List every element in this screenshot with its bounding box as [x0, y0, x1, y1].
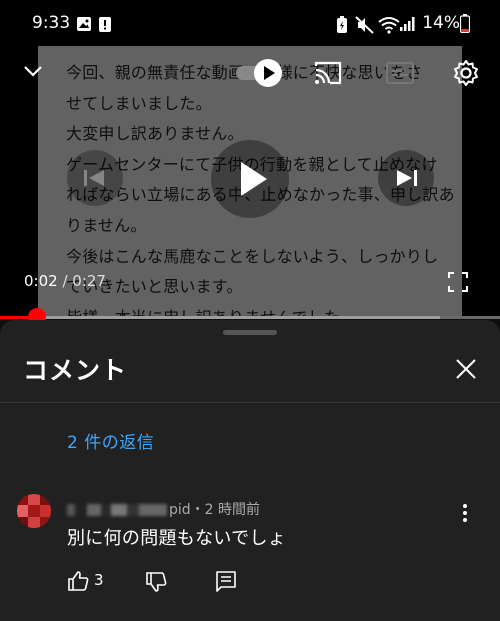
- comment-author-time: pid・2 時間前: [169, 502, 261, 518]
- reply-icon[interactable]: [215, 570, 237, 592]
- drag-handle[interactable]: [223, 330, 277, 335]
- notification-icon: [99, 17, 111, 32]
- battery-percent: 14%: [422, 13, 460, 33]
- status-bar: 9:33 14%: [0, 0, 500, 46]
- close-icon[interactable]: [455, 358, 477, 380]
- more-options-icon[interactable]: [462, 503, 468, 523]
- play-button[interactable]: [211, 140, 289, 218]
- like-count: 3: [94, 571, 104, 589]
- divider: [0, 402, 500, 403]
- comment-meta: pid・2 時間前: [67, 499, 260, 519]
- battery-icon: [460, 14, 470, 33]
- author-name-blurred[interactable]: [67, 504, 167, 516]
- dislike-icon[interactable]: [145, 571, 167, 593]
- mute-icon: [355, 16, 374, 34]
- next-button[interactable]: [378, 150, 434, 206]
- gallery-icon: [77, 17, 91, 31]
- signal-icon: [400, 17, 415, 31]
- video-time: 0:02 / 0:27: [24, 272, 106, 290]
- wifi-icon: [378, 17, 400, 34]
- captions-icon[interactable]: [385, 60, 415, 86]
- previous-button[interactable]: [67, 150, 123, 206]
- video-player[interactable]: 今回、親の無責任な動画で皆様に不快な思いをさせてしまいました。大変申し訳ありませ…: [0, 46, 500, 318]
- comments-title: コメント: [23, 356, 128, 385]
- settings-gear-icon[interactable]: [452, 59, 480, 87]
- comments-sheet: コメント 2 件の返信 pid・2 時間前 別に何の問題もないでしょ 3: [0, 320, 500, 621]
- status-time: 9:33: [32, 13, 71, 33]
- duration: 0:27: [72, 272, 106, 290]
- cast-icon[interactable]: [313, 60, 343, 86]
- comment-text: 別に何の問題もないでしょ: [67, 528, 287, 549]
- time-separator: /: [57, 272, 73, 290]
- autoplay-toggle[interactable]: [234, 58, 308, 88]
- battery-saver-icon: [337, 16, 347, 33]
- chevron-down-icon[interactable]: [22, 60, 44, 82]
- buffered-bar: [0, 316, 440, 319]
- progress-bar[interactable]: [0, 316, 500, 319]
- current-time: 0:02: [24, 272, 58, 290]
- like-icon[interactable]: [67, 570, 89, 592]
- replies-link[interactable]: 2 件の返信: [67, 428, 154, 453]
- fullscreen-icon[interactable]: [448, 272, 468, 292]
- avatar[interactable]: [17, 494, 51, 528]
